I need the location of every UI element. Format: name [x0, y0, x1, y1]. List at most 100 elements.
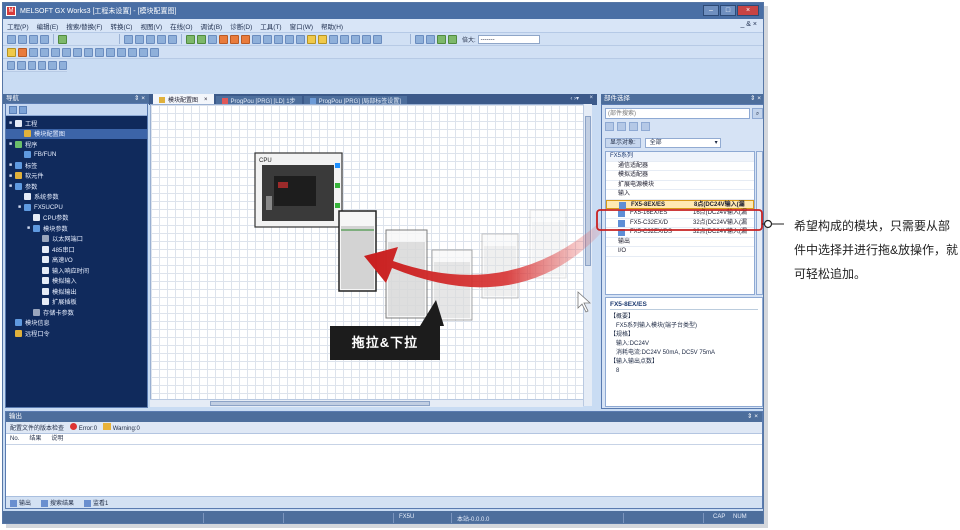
- menu-item[interactable]: 工具(T): [260, 21, 281, 31]
- parts-search-input[interactable]: (部件搜索): [605, 108, 750, 119]
- rect-icon[interactable]: [37, 60, 47, 70]
- expand-icon[interactable]: ■: [9, 162, 14, 168]
- view-a-icon[interactable]: [51, 47, 60, 57]
- view-e-icon[interactable]: [95, 47, 104, 57]
- view-find-icon[interactable]: [40, 47, 49, 57]
- menu-item[interactable]: 调试(B): [201, 21, 223, 31]
- tree-item[interactable]: 存储卡参数: [6, 307, 147, 318]
- parts-list-item[interactable]: FX5-16EX/ES 16点(DC24V输入(漏: [606, 209, 754, 219]
- tree-item[interactable]: 以太网端口: [6, 234, 147, 245]
- redo-icon[interactable]: [168, 34, 177, 44]
- print-icon[interactable]: [40, 34, 49, 44]
- output-bottom-tab[interactable]: 监看1: [84, 498, 108, 507]
- tree-item[interactable]: ■ 模块参数: [6, 223, 147, 234]
- view-b-icon[interactable]: [62, 47, 71, 57]
- output-column-header[interactable]: No.: [10, 434, 19, 444]
- expand-icon[interactable]: ■: [18, 204, 23, 210]
- tab-scroll[interactable]: ‹ ›▾: [570, 95, 579, 102]
- view-i-icon[interactable]: [139, 47, 148, 57]
- tree-item[interactable]: ■ 标签: [6, 160, 147, 171]
- tree-item[interactable]: ■ 程序: [6, 139, 147, 150]
- verify-plc-icon[interactable]: [241, 34, 250, 44]
- version-check-tab[interactable]: 配置文件的版本检查: [10, 423, 64, 432]
- paste-icon[interactable]: [146, 34, 155, 44]
- parts-pin-close[interactable]: ⇕ ×: [750, 94, 761, 104]
- output-bottom-tab[interactable]: 搜索结果: [41, 498, 74, 507]
- tree-item[interactable]: 系统参数: [6, 192, 147, 203]
- diag-icon[interactable]: [285, 34, 294, 44]
- tool-a-icon[interactable]: [329, 34, 338, 44]
- select-icon[interactable]: [7, 60, 16, 70]
- write-plc-icon[interactable]: [219, 34, 228, 44]
- monitor-stop-icon[interactable]: [263, 34, 272, 44]
- close-button[interactable]: ×: [737, 5, 759, 16]
- parts-tool-3-icon[interactable]: [629, 122, 638, 131]
- menu-item[interactable]: 编辑(E): [37, 21, 59, 31]
- error-filter[interactable]: Error:0: [70, 423, 97, 432]
- parts-list-scrollbar[interactable]: [756, 151, 763, 295]
- parts-list-item[interactable]: 输出: [606, 238, 754, 247]
- tree-item[interactable]: FB/FUN: [6, 150, 147, 161]
- view-g-icon[interactable]: [117, 47, 126, 57]
- tree-item[interactable]: 高速I/O: [6, 255, 147, 266]
- zoom-in-icon[interactable]: [362, 34, 371, 44]
- sim-icon[interactable]: [296, 34, 305, 44]
- menu-item[interactable]: 窗口(W): [290, 21, 313, 31]
- tree-item[interactable]: 模块信息: [6, 318, 147, 329]
- maximize-button[interactable]: □: [720, 5, 736, 16]
- open-icon[interactable]: [18, 34, 27, 44]
- expand-icon[interactable]: ■: [9, 173, 14, 179]
- minimize-button[interactable]: –: [703, 5, 719, 16]
- output-pin-close[interactable]: ⇕ ×: [747, 412, 758, 422]
- sim-stop-icon[interactable]: [318, 34, 327, 44]
- save-icon[interactable]: [29, 34, 38, 44]
- tree-item[interactable]: ■ 软元件: [6, 171, 147, 182]
- convert-all-icon[interactable]: [197, 34, 206, 44]
- tree-item[interactable]: 输入响应时间: [6, 265, 147, 276]
- sim-start-icon[interactable]: [307, 34, 316, 44]
- menu-item[interactable]: 工程(P): [7, 21, 29, 31]
- tree-item[interactable]: 远程口令: [6, 328, 147, 339]
- parts-list-item[interactable]: FX5-C32EX/DS 32点(DC24V输入(漏: [606, 228, 754, 238]
- zoom-out-icon[interactable]: [373, 34, 382, 44]
- tree-item[interactable]: ■ FX5UCPU: [6, 202, 147, 213]
- read-plc-icon[interactable]: [230, 34, 239, 44]
- tab-close-icon[interactable]: ×: [204, 97, 208, 103]
- align-icon[interactable]: [426, 34, 435, 44]
- monitor-icon[interactable]: [252, 34, 261, 44]
- view-f-icon[interactable]: [106, 47, 115, 57]
- menu-item[interactable]: 视图(V): [140, 21, 162, 31]
- menu-item[interactable]: 搜索/替换(F): [66, 21, 102, 31]
- tree-item[interactable]: 扩展插板: [6, 297, 147, 308]
- undo-icon[interactable]: [157, 34, 166, 44]
- view-nav-icon[interactable]: [7, 47, 16, 57]
- check-icon[interactable]: [58, 34, 67, 44]
- nav-filter-icon[interactable]: [19, 105, 27, 114]
- parts-list-item[interactable]: 通信适配器: [606, 162, 754, 171]
- view-output-icon[interactable]: [29, 47, 38, 57]
- expand-icon[interactable]: ■: [9, 120, 14, 126]
- tree-item[interactable]: ■ 参数: [6, 181, 147, 192]
- menu-item[interactable]: 诊断(D): [230, 21, 252, 31]
- mdi-controls[interactable]: _ & ×: [740, 21, 757, 28]
- tree-item[interactable]: ■ 工程: [6, 118, 147, 129]
- tool-b-icon[interactable]: [340, 34, 349, 44]
- menu-item[interactable]: 帮助(H): [321, 21, 343, 31]
- tree-item[interactable]: 模拟输入: [6, 276, 147, 287]
- nav-sort-icon[interactable]: [9, 105, 17, 114]
- view-c-icon[interactable]: [73, 47, 82, 57]
- parts-list-item[interactable]: FX5系列: [606, 152, 754, 162]
- compile-icon[interactable]: [208, 34, 217, 44]
- canvas-vscroll[interactable]: [583, 104, 592, 406]
- connect-icon[interactable]: [17, 60, 26, 70]
- tree-item[interactable]: 模拟输出: [6, 286, 147, 297]
- expand-icon[interactable]: ■: [9, 141, 14, 147]
- copy-icon[interactable]: [135, 34, 144, 44]
- grid-icon[interactable]: [415, 34, 424, 44]
- output-bottom-tab[interactable]: 输出: [10, 498, 31, 507]
- parts-list-item[interactable]: 扩展电源模块: [606, 181, 754, 190]
- view-h-icon[interactable]: [128, 47, 137, 57]
- tree-item[interactable]: 485串口: [6, 244, 147, 255]
- ellipse-icon[interactable]: [48, 60, 57, 70]
- parts-list-item[interactable]: FX5-8EX/ES 8点(DC24V输入(漏: [606, 199, 754, 209]
